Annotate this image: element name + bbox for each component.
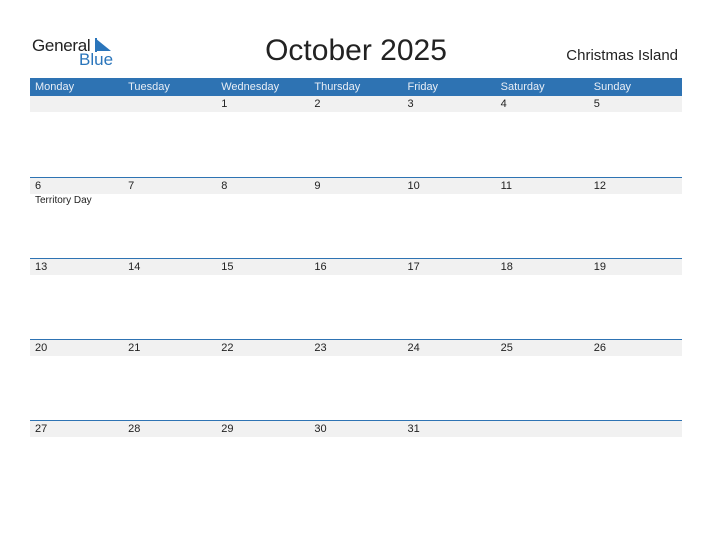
week-row: 27 28 29 30 31 [30, 420, 682, 502]
day-number: 19 [593, 261, 606, 273]
week-row: 20 21 22 23 24 25 26 [30, 339, 682, 421]
day-number: 9 [314, 180, 321, 192]
day-number: 28 [128, 423, 141, 435]
weekday-sunday: Sunday [593, 81, 632, 93]
events-row: Territory Day [30, 194, 682, 208]
day-number: 27 [35, 423, 48, 435]
weekday-friday: Friday [407, 81, 439, 93]
day-number: 5 [593, 98, 600, 110]
day-number: 6 [35, 180, 42, 192]
day-number: 3 [407, 98, 414, 110]
day-number: 4 [500, 98, 507, 110]
weekday-wednesday: Wednesday [221, 81, 280, 93]
region-label: Christmas Island [566, 47, 678, 64]
day-number: 15 [221, 261, 234, 273]
day-number: 16 [314, 261, 327, 273]
day-number: 26 [593, 342, 606, 354]
date-strip: 20 21 22 23 24 25 26 [30, 340, 682, 356]
day-number: 12 [593, 180, 606, 192]
day-event: Territory Day [35, 195, 92, 206]
day-event [589, 194, 682, 208]
day-number [30, 96, 123, 112]
day-number: 30 [314, 423, 327, 435]
day-number: 29 [221, 423, 234, 435]
day-number: 31 [407, 423, 420, 435]
day-number: 20 [35, 342, 48, 354]
day-number: 10 [407, 180, 420, 192]
day-number: 23 [314, 342, 327, 354]
weekday-monday: Monday [35, 81, 75, 93]
day-number: 2 [314, 98, 321, 110]
day-number: 13 [35, 261, 48, 273]
day-event [216, 194, 309, 208]
day-number: 1 [221, 98, 228, 110]
weekday-saturday: Saturday [500, 81, 545, 93]
day-number: 8 [221, 180, 228, 192]
weekday-tuesday: Tuesday [128, 81, 170, 93]
day-number: 7 [128, 180, 135, 192]
day-number: 25 [500, 342, 513, 354]
day-number [123, 96, 216, 112]
date-strip: 1 2 3 4 5 [30, 96, 682, 112]
date-strip: 13 14 15 16 17 18 19 [30, 259, 682, 275]
day-number: 17 [407, 261, 420, 273]
day-number: 21 [128, 342, 141, 354]
day-number: 24 [407, 342, 420, 354]
day-event [403, 194, 496, 208]
day-number [589, 421, 682, 437]
day-number: 18 [500, 261, 513, 273]
date-strip: 6 7 8 9 10 11 12 [30, 178, 682, 194]
week-row: 1 2 3 4 5 [30, 96, 682, 177]
day-event [496, 194, 589, 208]
day-event [123, 194, 216, 208]
weekday-thursday: Thursday [314, 81, 361, 93]
week-row: 13 14 15 16 17 18 19 [30, 258, 682, 340]
weekday-header: Monday Tuesday Wednesday Thursday Friday… [30, 78, 682, 96]
day-number: 22 [221, 342, 234, 354]
day-event [309, 194, 402, 208]
day-number [496, 421, 589, 437]
day-number: 11 [500, 180, 513, 192]
week-row: 6 7 8 9 10 11 12 Territory Day [30, 177, 682, 259]
date-strip: 27 28 29 30 31 [30, 421, 682, 437]
day-number: 14 [128, 261, 141, 273]
